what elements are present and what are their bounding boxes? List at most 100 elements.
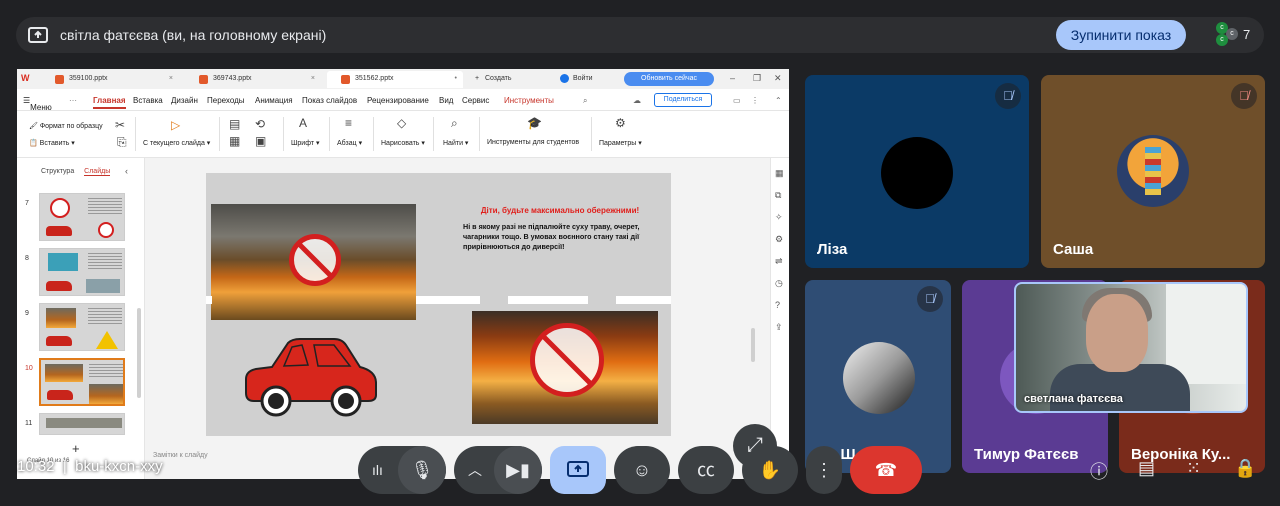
activities-icon[interactable]: ⁙ bbox=[1186, 458, 1201, 479]
stop-presenting-button[interactable]: Зупинити показ bbox=[1056, 20, 1186, 50]
close-window-icon[interactable]: ✕ bbox=[774, 73, 782, 84]
raise-hand-button[interactable]: ✋ bbox=[742, 446, 798, 494]
params-button[interactable]: Параметры ▾ bbox=[599, 139, 642, 147]
divider bbox=[373, 117, 374, 151]
participant-tile[interactable]: 🎙̸ Саша bbox=[1041, 75, 1265, 268]
find-icon[interactable]: ⌕ bbox=[451, 116, 458, 131]
menu-item-tools[interactable]: Инструменты bbox=[504, 96, 554, 105]
hamburger-menu[interactable]: ☰ Меню bbox=[23, 96, 52, 112]
add-slide-button[interactable]: + bbox=[72, 441, 80, 456]
menu-item-slideshow[interactable]: Показ слайдов bbox=[302, 96, 357, 105]
font-icon[interactable]: A bbox=[299, 116, 307, 130]
present-screen-button[interactable] bbox=[550, 446, 606, 494]
slide-thumbnail[interactable] bbox=[39, 413, 125, 435]
file-tab[interactable]: 369743.pptx × bbox=[185, 71, 321, 88]
tab-slides[interactable]: Слайды bbox=[84, 168, 111, 176]
slide-thumbnail[interactable] bbox=[39, 193, 125, 241]
leave-call-button[interactable]: ☎ bbox=[850, 446, 922, 494]
menu-item-review[interactable]: Рецензирование bbox=[367, 96, 429, 105]
info-icon[interactable]: ⓘ bbox=[1090, 458, 1108, 484]
student-tools-button[interactable]: Инструменты для студентов bbox=[487, 139, 579, 146]
update-now-button[interactable]: Обновить сейчас bbox=[624, 72, 714, 86]
window-mode-icon[interactable]: ▭ bbox=[733, 96, 741, 105]
settings-icon[interactable]: ⚙ bbox=[615, 116, 626, 130]
from-current-slide-button[interactable]: С текущего слайда ▾ bbox=[143, 139, 210, 147]
thumb-text bbox=[89, 364, 123, 378]
menu-item-service[interactable]: Сервис bbox=[462, 96, 489, 105]
search-icon[interactable]: ⌕ bbox=[583, 96, 587, 106]
minimize-icon[interactable]: – bbox=[730, 73, 735, 83]
close-icon[interactable]: × bbox=[169, 75, 173, 82]
format-painter-button[interactable]: 🖌 Формат по образцу bbox=[29, 122, 103, 130]
close-icon[interactable]: • bbox=[455, 75, 457, 82]
login-button[interactable]: Войти bbox=[560, 74, 593, 83]
tab-structure[interactable]: Структура bbox=[41, 168, 74, 175]
play-icon[interactable]: ▷ bbox=[171, 118, 180, 132]
new-slide-icon[interactable]: ▣ bbox=[255, 134, 266, 148]
presenting-bar: світла фатєєва (ви, на головному екрані)… bbox=[16, 17, 1264, 53]
history-icon[interactable]: ◷ bbox=[775, 278, 783, 289]
muted-mic-icon: 🎙̸ bbox=[917, 286, 943, 312]
layout-icon[interactable]: ▤ bbox=[229, 117, 240, 131]
draw-button[interactable]: Нарисовать ▾ bbox=[381, 139, 425, 147]
participants-button[interactable]: с с с 7 bbox=[1206, 20, 1256, 50]
font-button[interactable]: Шрифт ▾ bbox=[291, 139, 320, 147]
self-view-tile[interactable]: светлана фатєєва bbox=[1014, 282, 1248, 413]
more-icon[interactable]: ⋯ bbox=[69, 96, 77, 105]
menu-item-design[interactable]: Дизайн bbox=[171, 96, 198, 105]
share-icon[interactable]: ⇪ bbox=[775, 322, 783, 333]
settings-icon[interactable]: ⚙ bbox=[775, 234, 783, 245]
person-face bbox=[1086, 294, 1148, 372]
menu-item-home[interactable]: Главная bbox=[93, 96, 126, 109]
panel-scrollbar[interactable] bbox=[137, 308, 141, 398]
meeting-time-and-code: 10:32 | bku-kxcn-xxy bbox=[17, 458, 163, 475]
participant-tile[interactable]: 🎙̸ Ля Ш... bbox=[805, 280, 951, 473]
menu-item-insert[interactable]: Вставка bbox=[133, 96, 163, 105]
forest-fire-photo bbox=[472, 311, 658, 424]
more-options-button[interactable]: ⋮ bbox=[806, 446, 842, 494]
menu-item-view[interactable]: Вид bbox=[439, 96, 453, 105]
cut-icon[interactable]: ✂ bbox=[115, 118, 125, 132]
slide-thumbnail[interactable] bbox=[39, 303, 125, 351]
copy-icon[interactable]: ⎘ bbox=[117, 135, 127, 150]
reset-icon[interactable]: ⟲ bbox=[255, 117, 265, 131]
new-tab-button[interactable]: + Создать bbox=[475, 75, 512, 82]
paste-button[interactable]: 📋 Вставить ▾ bbox=[29, 139, 75, 147]
maximize-icon[interactable]: ❐ bbox=[753, 73, 761, 84]
microphone-button[interactable]: 🎙 bbox=[398, 446, 446, 494]
close-icon[interactable]: × bbox=[311, 75, 315, 82]
help-icon[interactable]: ? bbox=[775, 300, 780, 310]
cloud-icon[interactable]: ☁ bbox=[633, 96, 641, 105]
graduation-cap-icon[interactable]: 🎓 bbox=[527, 116, 542, 130]
car-icon bbox=[46, 336, 72, 346]
paragraph-button[interactable]: Абзац ▾ bbox=[337, 139, 362, 147]
captions-button[interactable]: ㏄ bbox=[678, 446, 734, 494]
menu-item-transitions[interactable]: Переходы bbox=[207, 96, 245, 105]
collapse-ribbon-icon[interactable]: ⌃ bbox=[775, 96, 782, 105]
slide-thumbnail[interactable] bbox=[39, 248, 125, 296]
options-icon[interactable]: ⋮ bbox=[751, 96, 759, 105]
file-tab-active[interactable]: 351562.pptx • bbox=[327, 71, 463, 88]
effects-icon[interactable]: ✧ bbox=[775, 212, 783, 223]
participant-tile[interactable]: 🎙̸ Ліза bbox=[805, 75, 1029, 268]
find-button[interactable]: Найти ▾ bbox=[443, 139, 468, 147]
file-tab[interactable]: 359100.pptx × bbox=[41, 71, 179, 88]
shapes-icon[interactable]: ◇ bbox=[397, 116, 406, 130]
slide-thumbnail-selected[interactable] bbox=[39, 358, 125, 406]
menu-item-animation[interactable]: Анимация bbox=[255, 96, 293, 105]
chat-icon[interactable]: ▤ bbox=[1138, 458, 1155, 479]
reactions-button[interactable]: ☺ bbox=[614, 446, 670, 494]
host-controls-icon[interactable]: 🔒 bbox=[1234, 458, 1256, 479]
car-icon bbox=[47, 390, 73, 400]
chevron-up-icon[interactable]: ︿ bbox=[468, 446, 482, 494]
canvas-scrollbar[interactable] bbox=[751, 328, 755, 362]
camera-button[interactable]: ▶▮ bbox=[494, 446, 542, 494]
adjust-icon[interactable]: ⇌ bbox=[775, 256, 783, 267]
toolbox-icon[interactable]: ▦ bbox=[775, 168, 784, 179]
copy-style-icon[interactable]: ⧉ bbox=[775, 190, 781, 201]
share-button[interactable]: Поделиться bbox=[654, 93, 712, 107]
collapse-panel-icon[interactable]: ‹ bbox=[125, 166, 128, 176]
section-icon[interactable]: ▦ bbox=[229, 134, 240, 148]
slide-number: 8 bbox=[25, 255, 29, 262]
paragraph-icon[interactable]: ≡ bbox=[345, 116, 352, 130]
